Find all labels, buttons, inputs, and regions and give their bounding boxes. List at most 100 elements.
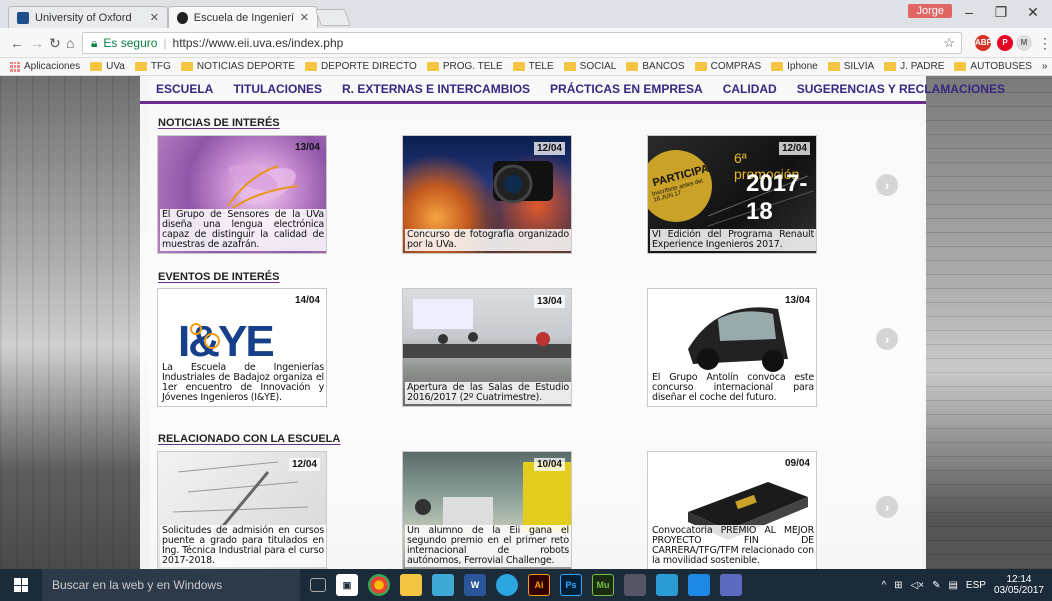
profile-button[interactable]: Jorge [908,4,952,18]
folder-icon [694,62,707,71]
telegram-icon[interactable] [496,574,518,596]
app-icon[interactable] [656,574,678,596]
back-icon[interactable]: ← [10,35,24,51]
task-view-icon[interactable] [310,578,326,592]
bookmark-label: PROG. TELE [442,61,503,72]
new-tab-button[interactable] [314,9,352,26]
muse-icon[interactable]: Mu [592,574,614,596]
bookmark-folder[interactable]: UVa [90,61,125,72]
windows-start-icon[interactable] [14,578,28,592]
main-content: ESCUELA TITULACIONES R. EXTERNAS E INTER… [140,76,1005,569]
chrome-icon[interactable] [368,574,390,596]
news-card[interactable]: 12/04 Concurso de fotografía organizado … [402,135,572,254]
notes-icon[interactable]: ✎ [932,580,940,591]
word-icon[interactable]: W [464,574,486,596]
close-tab-icon[interactable]: ✕ [150,11,159,24]
star-icon[interactable]: ☆ [943,35,955,51]
nav-relaciones-externas[interactable]: R. EXTERNAS E INTERCAMBIOS [332,82,540,96]
nav-calidad[interactable]: CALIDAD [713,82,787,96]
clock-date: 03/05/2017 [993,585,1044,596]
reload-icon[interactable]: ↻ [49,35,61,52]
tab-eii[interactable]: Escuela de Ingenierías In ✕ [168,6,318,28]
event-card[interactable]: 13/04 El Grupo Antolín convoca este conc… [647,288,817,407]
bookmark-label: Aplicaciones [24,61,81,72]
photoshop-icon[interactable]: Ps [560,574,582,596]
bookmark-folder[interactable]: NOTICIAS DEPORTE [180,61,296,72]
address-bar[interactable]: 🔒︎ Es seguro | https://www.eii.uva.es/in… [82,32,962,54]
section-title-noticias: NOTICIAS DE INTERÉS [158,117,280,129]
event-card[interactable]: I&YE 14/04 La Escuela de Ingenierías Ind… [157,288,327,407]
bookmark-label: NOTICIAS DEPORTE [196,61,296,72]
related-card[interactable]: 10/04 Un alumno de la Eii gana el segund… [402,451,572,569]
volume-icon[interactable]: ◁× [911,580,925,591]
folder-icon [771,62,784,71]
next-arrow-icon[interactable]: › [876,174,898,196]
onedrive-icon[interactable] [432,574,454,596]
bookmark-folder[interactable]: TELE [512,61,554,72]
card-date: 12/04 [533,142,565,155]
bookmark-label: BANCOS [642,61,685,72]
bookmark-label: J. PADRE [900,61,945,72]
card-date: 12/04 [288,458,320,471]
action-center-icon[interactable]: ▤ [948,580,957,591]
url-text: https://www.eii.uva.es/index.php [172,36,344,50]
news-card[interactable]: PARTICIPA Inscríbete antes del 16.JUN.17… [647,135,817,254]
nav-titulaciones[interactable]: TITULACIONES [223,82,332,96]
language-indicator[interactable]: ESP [966,580,986,591]
menu-icon[interactable]: ⋮ [1038,35,1052,52]
tab-oxford[interactable]: University of Oxford ✕ [8,6,168,28]
windows-taskbar: Buscar en la web y en Windows ▣ W Ai Ps … [0,569,1052,601]
pinterest-icon[interactable]: P [997,35,1013,51]
bookmark-folder[interactable]: SILVIA [827,61,874,72]
card-date: 10/04 [533,458,565,471]
home-icon[interactable]: ⌂ [66,35,74,51]
network-icon[interactable]: ⊞ [894,580,902,591]
card-caption: Solicitudes de admisión en cursos puente… [160,525,326,567]
bookmark-folder[interactable]: COMPRAS [694,61,761,72]
site-nav: ESCUELA TITULACIONES R. EXTERNAS E INTER… [140,76,1005,104]
lock-icon: 🔒︎ [91,35,98,50]
bookmarks-overflow-icon[interactable]: » [1042,61,1048,72]
card-date: 13/04 [533,295,565,308]
adblock-icon[interactable]: ABP [975,35,992,51]
bookmark-folder[interactable]: TFG [134,61,171,72]
next-arrow-icon[interactable]: › [876,328,898,350]
bookmark-folder[interactable]: SOCIAL [563,61,616,72]
minimize-icon[interactable]: – [954,4,984,20]
nav-escuela[interactable]: ESCUELA [146,82,223,96]
nav-sugerencias[interactable]: SUGERENCIAS Y RECLAMACIONES [787,82,1015,96]
bookmark-folder[interactable]: DEPORTE DIRECTO [305,61,417,72]
bookmark-folder[interactable]: BANCOS [626,61,685,72]
extension-icon[interactable]: M [1016,35,1032,51]
related-card[interactable]: 12/04 Solicitudes de admisión en cursos … [157,451,327,569]
app-icon[interactable] [688,574,710,596]
file-explorer-icon[interactable] [400,574,422,596]
event-card[interactable]: 13/04 Apertura de las Salas de Estudio 2… [402,288,572,407]
tray-chevron-icon[interactable]: ^ [881,580,886,591]
close-tab-icon[interactable]: ✕ [300,11,309,24]
background-building-photo [0,76,150,569]
nav-practicas[interactable]: PRÁCTICAS EN EMPRESA [540,82,713,96]
bookmark-folder[interactable]: PROG. TELE [426,61,503,72]
related-card[interactable]: 09/04 Convocatoria PREMIO AL MEJOR PROYE… [647,451,817,569]
forward-icon[interactable]: → [30,35,44,51]
card-date: 13/04 [784,295,810,306]
bookmark-folder[interactable]: Iphone [771,61,818,72]
bookmark-folder[interactable]: J. PADRE [884,61,944,72]
maximize-icon[interactable]: ❐ [986,4,1016,21]
folder-icon [626,62,639,71]
taskbar-search[interactable]: Buscar en la web y en Windows [42,569,300,601]
secure-label: Es seguro [103,36,158,50]
close-window-icon[interactable]: ✕ [1018,4,1048,21]
clock[interactable]: 12:14 03/05/2017 [994,574,1044,596]
folder-icon [134,62,147,71]
news-card[interactable]: 13/04 El Grupo de Sensores de la UVa dis… [157,135,327,254]
bookmark-folder[interactable]: AUTOBUSES [954,61,1032,72]
store-icon[interactable]: ▣ [336,574,358,596]
illustrator-icon[interactable]: Ai [528,574,550,596]
app-icon[interactable] [624,574,646,596]
next-arrow-icon[interactable]: › [876,496,898,518]
gear-icon [190,323,220,349]
app-icon[interactable] [720,574,742,596]
bookmark-apps[interactable]: Aplicaciones [10,61,80,72]
